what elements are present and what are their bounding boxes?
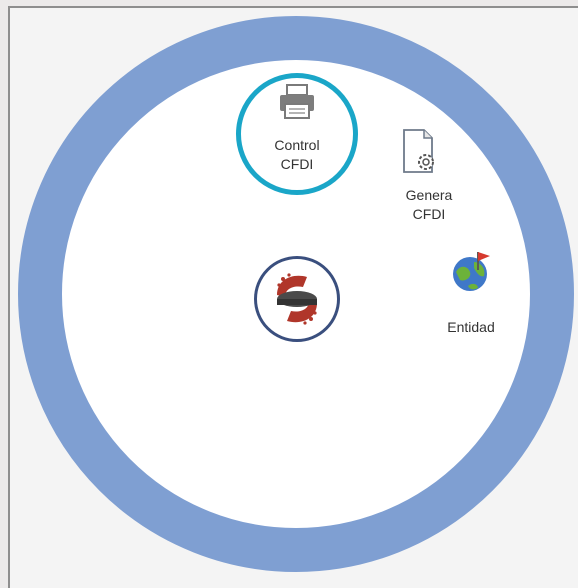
control-cfdi-label-line1: Control bbox=[274, 137, 320, 153]
genera-cfdi-label-line2: CFDI bbox=[412, 206, 446, 222]
control-cfdi-label: Control CFDI bbox=[241, 136, 353, 174]
main-app-logo-button[interactable] bbox=[254, 256, 340, 342]
entidad-label: Entidad bbox=[436, 318, 506, 337]
genera-cfdi-label-line1: Genera bbox=[405, 187, 453, 203]
printer-icon bbox=[277, 82, 317, 127]
app-logo-icon bbox=[263, 265, 331, 338]
globe-flag-icon bbox=[448, 248, 494, 299]
document-gear-icon bbox=[400, 128, 440, 181]
control-cfdi-button[interactable]: Control CFDI bbox=[236, 73, 358, 195]
entidad-label-text: Entidad bbox=[447, 319, 495, 335]
control-cfdi-label-line2: CFDI bbox=[280, 156, 314, 172]
genera-cfdi-label: Genera CFDI bbox=[384, 186, 474, 224]
